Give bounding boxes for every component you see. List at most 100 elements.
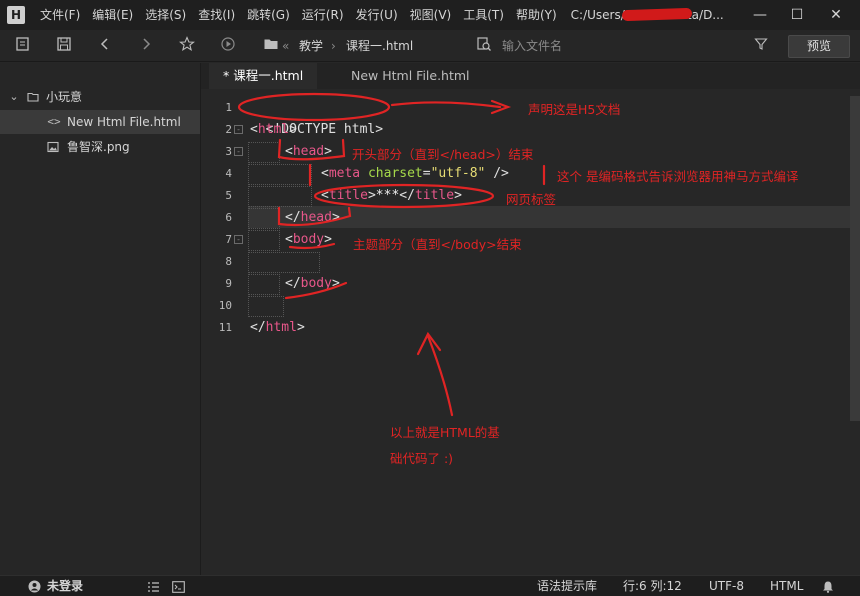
line-number: 5: [225, 189, 232, 202]
token-tag: body: [300, 276, 332, 291]
breadcrumb-arrow: ›: [331, 39, 336, 53]
token-punct: >: [454, 188, 462, 203]
new-file-icon[interactable]: [13, 36, 33, 56]
menu-find[interactable]: 查找(I): [192, 0, 241, 30]
menu-publish[interactable]: 发行(U): [350, 0, 404, 30]
app-logo-icon: H: [7, 6, 25, 24]
run-icon[interactable]: [218, 36, 238, 56]
fold-toggle-icon[interactable]: -: [234, 235, 243, 244]
menu-run[interactable]: 运行(R): [296, 0, 350, 30]
encoding-indicator[interactable]: UTF-8: [709, 576, 744, 596]
annotation-head: 开头部分（直到</head>）结束: [352, 147, 534, 162]
menu-file[interactable]: 文件(F): [34, 0, 86, 30]
chevron-down-icon[interactable]: ⌄: [7, 85, 21, 109]
token-punct: =: [422, 166, 431, 181]
line-number: 2: [225, 123, 232, 136]
filter-icon[interactable]: [751, 36, 771, 56]
token-punct: </: [285, 210, 301, 225]
back-icon[interactable]: [95, 36, 115, 56]
terminal-icon[interactable]: [172, 576, 185, 596]
menu-edit[interactable]: 编辑(E): [86, 0, 139, 30]
indent-guide: [248, 274, 280, 295]
maximize-button[interactable]: ☐: [779, 0, 815, 30]
file-search-input[interactable]: [502, 36, 772, 56]
line-number: 8: [225, 255, 232, 268]
tab-course-one[interactable]: * 课程一.html: [209, 63, 318, 89]
token-tag: meta: [328, 166, 361, 181]
token-string: "utf-8": [430, 166, 486, 181]
token-tag: html: [257, 122, 290, 137]
file-name: New Html File.html: [67, 115, 181, 129]
breadcrumb-separator: «: [282, 39, 290, 53]
annotation-body: 主题部分（直到</body>结束: [353, 237, 522, 252]
menu-help[interactable]: 帮助(Y): [510, 0, 563, 30]
image-file-icon: [46, 135, 60, 159]
tab-new-html-file[interactable]: New Html File.html: [337, 63, 484, 89]
bell-icon[interactable]: [822, 576, 834, 596]
forward-icon[interactable]: [136, 36, 156, 56]
fold-toggle-icon[interactable]: -: [234, 125, 243, 134]
token-punct: >: [331, 276, 340, 291]
editor-tabs: * 课程一.html New Html File.html: [201, 63, 860, 89]
language-mode[interactable]: HTML: [770, 576, 803, 596]
minimize-button[interactable]: —: [742, 0, 778, 30]
sidebar-file-png[interactable]: 鲁智深.png: [0, 135, 200, 159]
project-folder-row[interactable]: ⌄ 小玩意: [0, 85, 200, 109]
login-status[interactable]: 未登录: [47, 576, 83, 596]
project-sidebar: ⌄ 小玩意 <> New Html File.html 鲁智深.png: [0, 63, 201, 575]
file-name: 鲁智深.png: [67, 140, 130, 154]
html-file-icon: <>: [47, 115, 61, 128]
cursor-position[interactable]: 行:6 列:12: [623, 576, 682, 596]
token-punct: >: [324, 144, 332, 159]
token-punct: <: [321, 166, 329, 181]
folder-icon: [26, 85, 40, 109]
token-punct: </: [285, 276, 301, 291]
list-icon[interactable]: [147, 576, 160, 596]
sidebar-file-new-html[interactable]: <> New Html File.html: [0, 110, 200, 134]
indent-guide: [248, 208, 280, 229]
indent-guide: [248, 164, 312, 185]
annotation-summary-2: 础代码了 :): [390, 451, 454, 466]
editor-scrollbar[interactable]: [850, 96, 860, 421]
save-icon[interactable]: [54, 36, 74, 56]
menu-select[interactable]: 选择(S): [139, 0, 192, 30]
breadcrumb-folder[interactable]: 教学: [299, 30, 323, 62]
code-line-1: <!DOCTYPE html>: [250, 97, 383, 137]
toolbar: « 教学 › 课程一.html 预览: [0, 30, 860, 62]
token-punct: />: [485, 166, 509, 181]
token-tag: html: [265, 320, 297, 335]
close-button[interactable]: ✕: [818, 0, 854, 30]
line-number: 1: [225, 101, 232, 114]
annotation-title: 网页标签: [506, 192, 557, 207]
token-tag: body: [292, 232, 325, 247]
indent-guide: [248, 186, 312, 207]
code-line-2: <html>: [250, 119, 297, 141]
project-name: 小玩意: [46, 90, 83, 104]
token-punct: </: [250, 320, 266, 335]
annotation-doctype: 声明这是H5文档: [528, 102, 621, 117]
indent-guide: [248, 142, 280, 163]
token-punct: <: [285, 232, 293, 247]
token-punct: >: [289, 122, 297, 137]
preview-button[interactable]: 预览: [788, 35, 850, 58]
code-line-4: <meta charset="utf-8" />: [321, 163, 509, 185]
token-text: ***: [375, 188, 400, 203]
user-icon[interactable]: [28, 576, 41, 596]
menu-tools[interactable]: 工具(T): [457, 0, 510, 30]
token-punct: >: [324, 232, 332, 247]
folder-icon: [261, 36, 281, 56]
token-punct: >: [296, 320, 305, 335]
star-icon[interactable]: [177, 36, 197, 56]
breadcrumb-file[interactable]: 课程一.html: [346, 30, 413, 62]
code-line-11: </html>: [250, 317, 305, 339]
token-punct: >: [331, 210, 340, 225]
syntax-hint-library[interactable]: 语法提示库: [537, 576, 597, 596]
token-tag: title: [328, 188, 368, 203]
token-tag: title: [414, 188, 455, 203]
menu-view[interactable]: 视图(V): [404, 0, 458, 30]
fold-toggle-icon[interactable]: -: [234, 147, 243, 156]
token-tag: head: [300, 210, 332, 225]
code-line-7: <body>: [285, 229, 332, 251]
menu-goto[interactable]: 跳转(G): [241, 0, 296, 30]
indent-guide: [248, 252, 320, 273]
